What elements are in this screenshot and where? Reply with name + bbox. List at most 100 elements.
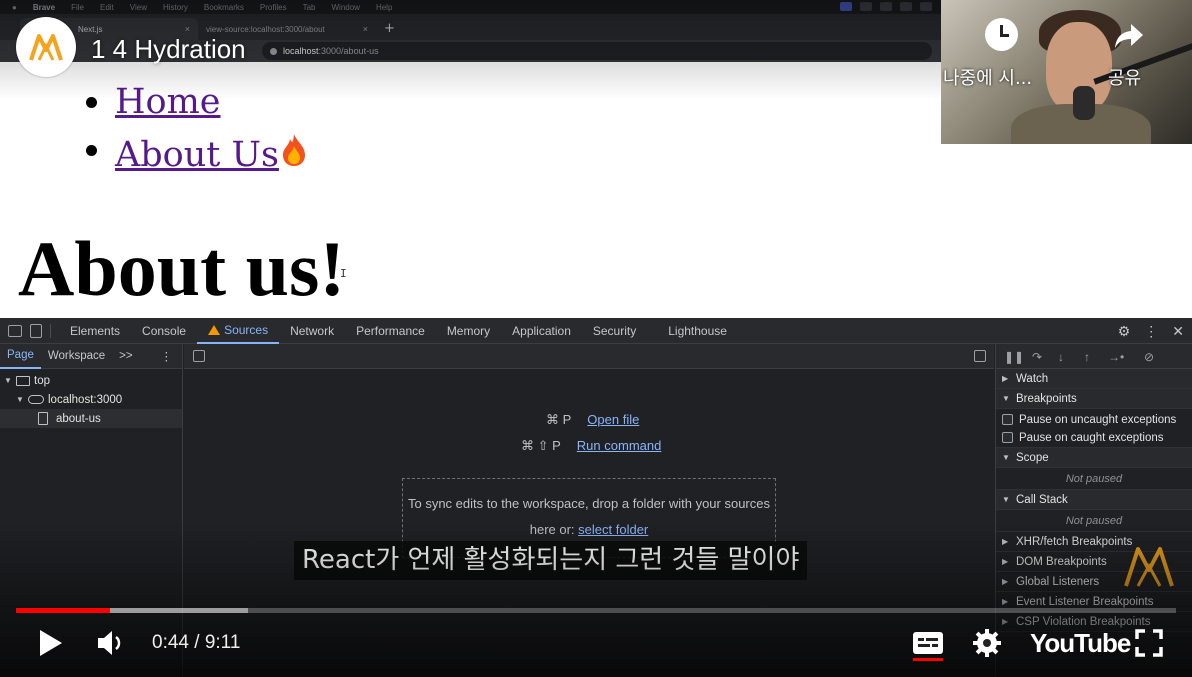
scope-status: Not paused <box>996 468 1192 490</box>
volume-icon[interactable] <box>96 628 124 658</box>
step-over-icon[interactable]: ↷ <box>1032 350 1042 364</box>
collapse-arrow-icon: ▼ <box>1002 495 1010 504</box>
menu-bookmarks[interactable]: Bookmarks <box>204 3 244 12</box>
webcam-overlay: 나중에 시... 공유 <box>941 0 1192 144</box>
sources-navigator: Page Workspace >> ⋮ ▼ top ▼ localhost:30… <box>0 344 183 677</box>
expand-arrow-icon: ▶ <box>1002 577 1009 586</box>
play-icon[interactable] <box>38 628 64 658</box>
menu-tab[interactable]: Tab <box>303 3 316 12</box>
settings-icon[interactable] <box>972 628 1002 658</box>
tab-workspace[interactable]: Workspace <box>41 344 112 369</box>
pause-uncaught-row: Pause on uncaught exceptions <box>996 411 1192 428</box>
about-us-link[interactable]: About Us <box>115 135 279 175</box>
tree-item-top[interactable]: ▼ top <box>0 371 182 390</box>
pause-caught-checkbox[interactable] <box>1002 432 1013 443</box>
menu-help[interactable]: Help <box>376 3 392 12</box>
shortcut-keys: ⌘ ⇧ P <box>521 438 561 453</box>
close-tab-icon[interactable]: × <box>363 24 368 34</box>
pause-caught-row: Pause on caught exceptions <box>996 428 1192 448</box>
step-into-icon[interactable]: ↓ <box>1058 350 1064 364</box>
time-current: 0:44 <box>152 632 189 653</box>
devtools-tab-bar: Elements Console Sources Network Perform… <box>0 318 1192 344</box>
home-link[interactable]: Home <box>115 82 221 122</box>
share-icon[interactable] <box>1113 22 1145 50</box>
status-icon[interactable] <box>840 2 852 11</box>
more-options-icon[interactable]: ⋮ <box>1144 323 1158 340</box>
toggle-navigator-icon[interactable] <box>193 350 205 362</box>
navigator-tabs: Page Workspace >> ⋮ <box>0 344 182 369</box>
pause-icon[interactable]: ❚❚ <box>1004 350 1024 364</box>
text-cursor: I <box>340 267 347 280</box>
menu-view[interactable]: View <box>130 3 147 12</box>
device-toolbar-icon[interactable] <box>30 323 42 338</box>
more-tabs-icon[interactable]: >> <box>112 344 139 369</box>
watch-later-label[interactable]: 나중에 시... <box>943 64 1032 90</box>
select-folder-link[interactable]: select folder <box>578 522 648 537</box>
menu-brave[interactable]: Brave <box>33 3 55 12</box>
share-label[interactable]: 공유 <box>1108 64 1141 90</box>
tab-network[interactable]: Network <box>279 318 345 344</box>
open-file-link[interactable]: Open file <box>587 412 639 427</box>
tree-item-file[interactable]: about-us <box>0 409 182 428</box>
fire-icon <box>282 134 305 166</box>
expand-arrow-icon[interactable]: ▼ <box>16 395 24 404</box>
deactivate-breakpoints-icon[interactable]: ⊘ <box>1144 350 1154 364</box>
tab-application[interactable]: Application <box>501 318 582 344</box>
page-title: About us! <box>18 225 346 312</box>
menu-history[interactable]: History <box>163 3 188 12</box>
tree-item-host[interactable]: ▼ localhost:3000 <box>0 390 182 409</box>
new-tab-button[interactable]: + <box>384 21 395 36</box>
step-out-icon[interactable]: ↑ <box>1084 350 1090 364</box>
channel-watermark-icon[interactable] <box>1123 544 1175 588</box>
tab-console[interactable]: Console <box>131 318 197 344</box>
status-icon[interactable] <box>860 2 872 11</box>
url-path: :3000/about-us <box>318 46 379 56</box>
channel-avatar[interactable] <box>16 17 76 77</box>
expand-arrow-icon: ▶ <box>1002 374 1009 383</box>
close-devtools-icon[interactable]: ✕ <box>1172 323 1184 340</box>
section-watch[interactable]: ▶ Watch <box>996 369 1192 389</box>
close-tab-icon[interactable]: × <box>185 24 190 34</box>
tab-page[interactable]: Page <box>0 344 41 369</box>
tab-memory[interactable]: Memory <box>436 318 501 344</box>
inspect-element-icon[interactable] <box>8 324 22 337</box>
status-icon[interactable] <box>900 2 912 11</box>
tab-sources[interactable]: Sources <box>197 318 280 344</box>
toggle-debugger-icon[interactable] <box>974 350 986 362</box>
run-command-link[interactable]: Run command <box>577 438 662 453</box>
status-icon[interactable] <box>920 2 932 11</box>
expand-arrow-icon[interactable]: ▼ <box>4 376 12 385</box>
address-bar[interactable]: localhost:3000/about-us <box>262 42 932 60</box>
progress-bar[interactable] <box>16 608 1176 613</box>
nav-list: Home About Us <box>86 82 309 178</box>
youtube-logo[interactable]: YouTube <box>1030 628 1131 659</box>
editor-toolbar <box>184 344 994 369</box>
fullscreen-icon[interactable] <box>1134 628 1164 658</box>
time-separator: / <box>188 632 205 653</box>
tab-security[interactable]: Security <box>582 318 647 344</box>
section-label: Watch <box>1016 372 1049 385</box>
menu-edit[interactable]: Edit <box>100 3 114 12</box>
step-icon[interactable]: →• <box>1108 350 1124 364</box>
tab-elements[interactable]: Elements <box>59 318 131 344</box>
video-title[interactable]: 1 4 Hydration <box>91 34 246 65</box>
frame-icon <box>16 375 30 386</box>
navigator-menu-icon[interactable]: ⋮ <box>154 344 180 369</box>
apple-icon[interactable]: ● <box>12 3 17 12</box>
menu-profiles[interactable]: Profiles <box>260 3 287 12</box>
clock-icon[interactable] <box>985 18 1018 51</box>
run-command-shortcut: ⌘ ⇧ P Run command <box>521 438 661 454</box>
tab-lighthouse[interactable]: Lighthouse <box>657 318 738 344</box>
section-call-stack[interactable]: ▼ Call Stack <box>996 490 1192 510</box>
status-icon[interactable] <box>880 2 892 11</box>
settings-gear-icon[interactable]: ⚙ <box>1118 323 1131 340</box>
menu-file[interactable]: File <box>71 3 84 12</box>
section-scope[interactable]: ▼ Scope <box>996 448 1192 468</box>
tab-performance[interactable]: Performance <box>345 318 436 344</box>
captions-icon[interactable] <box>912 628 944 662</box>
nav-item: Home <box>86 82 309 124</box>
site-info-icon[interactable] <box>270 47 277 55</box>
section-breakpoints[interactable]: ▼ Breakpoints <box>996 389 1192 409</box>
pause-uncaught-checkbox[interactable] <box>1002 414 1013 425</box>
menu-window[interactable]: Window <box>331 3 359 12</box>
